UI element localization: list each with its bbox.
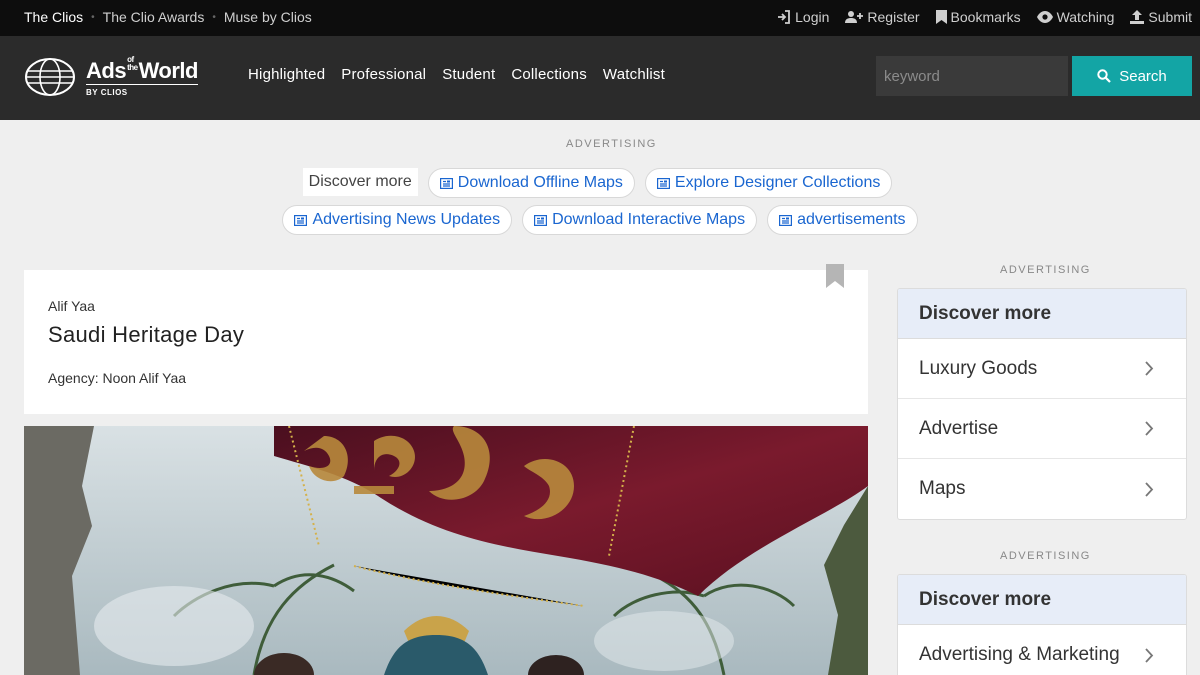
nav-professional[interactable]: Professional [341, 66, 426, 83]
eye-icon [1036, 11, 1053, 23]
ad-chip-row-1: Discover more Download Offline Maps Expl… [0, 168, 1200, 198]
nav-highlighted[interactable]: Highlighted [248, 66, 325, 83]
article-card: Alif Yaa Saudi Heritage Day Agency: Noon… [24, 264, 868, 414]
sidebar-discover-box: Discover more Luxury Goods Advertise Map… [897, 288, 1187, 520]
newspaper-icon [439, 177, 453, 189]
discover-more-heading: Discover more [898, 575, 1186, 625]
main-header: Adsof theWorld BY CLIOS Highlighted Profe… [0, 36, 1200, 120]
register-link[interactable]: Register [845, 9, 920, 25]
sidebar-item-maps[interactable]: Maps [898, 459, 1186, 519]
chevron-right-icon [1145, 421, 1154, 436]
hero-image [24, 426, 868, 675]
watching-link[interactable]: Watching [1036, 9, 1115, 25]
clio-awards-link[interactable]: The Clio Awards [103, 9, 205, 25]
nav-watchlist[interactable]: Watchlist [603, 66, 665, 83]
advertising-label: ADVERTISING [566, 138, 657, 150]
ad-chip[interactable]: Explore Designer Collections [644, 168, 893, 198]
ad-chip-row-2: Advertising News Updates Download Intera… [0, 205, 1200, 235]
bookmark-icon[interactable] [826, 264, 844, 288]
chevron-right-icon [1145, 481, 1154, 497]
discover-more-label: Discover more [302, 168, 418, 196]
register-icon [845, 11, 864, 23]
nav-student[interactable]: Student [442, 66, 495, 83]
top-bar: The Clios • The Clio Awards • Muse by Cl… [0, 0, 1200, 36]
logo-wordmark: Adsof theWorld BY CLIOS [86, 55, 198, 97]
newspaper-icon [779, 214, 793, 226]
sidebar-item-advertising-marketing[interactable]: Advertising & Marketing [898, 625, 1186, 675]
ad-chip[interactable]: advertisements [767, 205, 918, 235]
sidebar-discover-box-2: Discover more Advertising & Marketing [897, 574, 1187, 675]
ad-chip[interactable]: Download Interactive Maps [522, 205, 758, 235]
advertising-label: ADVERTISING [1000, 264, 1091, 276]
main-nav: Highlighted Professional Student Collect… [248, 66, 681, 83]
globe-icon [25, 57, 75, 96]
clios-links: The Clios • The Clio Awards • Muse by Cl… [24, 9, 312, 25]
newspaper-icon [294, 214, 308, 226]
sidebar-item-advertise[interactable]: Advertise [898, 399, 1186, 459]
the-clios-link[interactable]: The Clios [24, 9, 83, 25]
nav-collections[interactable]: Collections [511, 66, 587, 83]
separator: • [212, 11, 216, 23]
bookmark-icon [935, 10, 947, 24]
newspaper-icon [534, 214, 548, 226]
article-title: Saudi Heritage Day [48, 322, 245, 347]
search-icon [1097, 69, 1112, 83]
campaign-illustration [24, 426, 868, 675]
site-logo[interactable]: Adsof theWorld BY CLIOS [24, 56, 198, 97]
logo-subtitle: BY CLIOS [86, 84, 198, 97]
submit-label: Submit [1148, 9, 1192, 25]
muse-link[interactable]: Muse by Clios [224, 9, 312, 25]
ad-chip[interactable]: Download Offline Maps [427, 168, 635, 198]
article-agency[interactable]: Agency: Noon Alif Yaa [48, 370, 186, 386]
upload-icon [1130, 10, 1145, 24]
chevron-right-icon [1145, 647, 1154, 663]
newspaper-icon [656, 177, 670, 189]
bookmarks-label: Bookmarks [950, 9, 1021, 25]
article-brand[interactable]: Alif Yaa [48, 298, 95, 314]
login-label: Login [795, 9, 830, 25]
search-input[interactable] [876, 56, 1068, 96]
account-actions: Login Register Bookmarks Watching Submit [761, 9, 1192, 25]
search-button-label: Search [1119, 67, 1167, 85]
sidebar-item-luxury-goods[interactable]: Luxury Goods [898, 339, 1186, 399]
bookmarks-link[interactable]: Bookmarks [935, 9, 1021, 25]
separator: • [91, 11, 95, 23]
login-icon [778, 10, 791, 24]
discover-more-heading: Discover more [898, 289, 1186, 339]
search-button[interactable]: Search [1072, 56, 1192, 96]
advertising-label: ADVERTISING [1000, 550, 1091, 562]
submit-link[interactable]: Submit [1130, 9, 1192, 25]
register-label: Register [867, 9, 920, 25]
ad-chip[interactable]: Advertising News Updates [282, 205, 513, 235]
login-link[interactable]: Login [777, 9, 829, 25]
chevron-right-icon [1145, 361, 1154, 376]
watching-label: Watching [1056, 9, 1115, 25]
